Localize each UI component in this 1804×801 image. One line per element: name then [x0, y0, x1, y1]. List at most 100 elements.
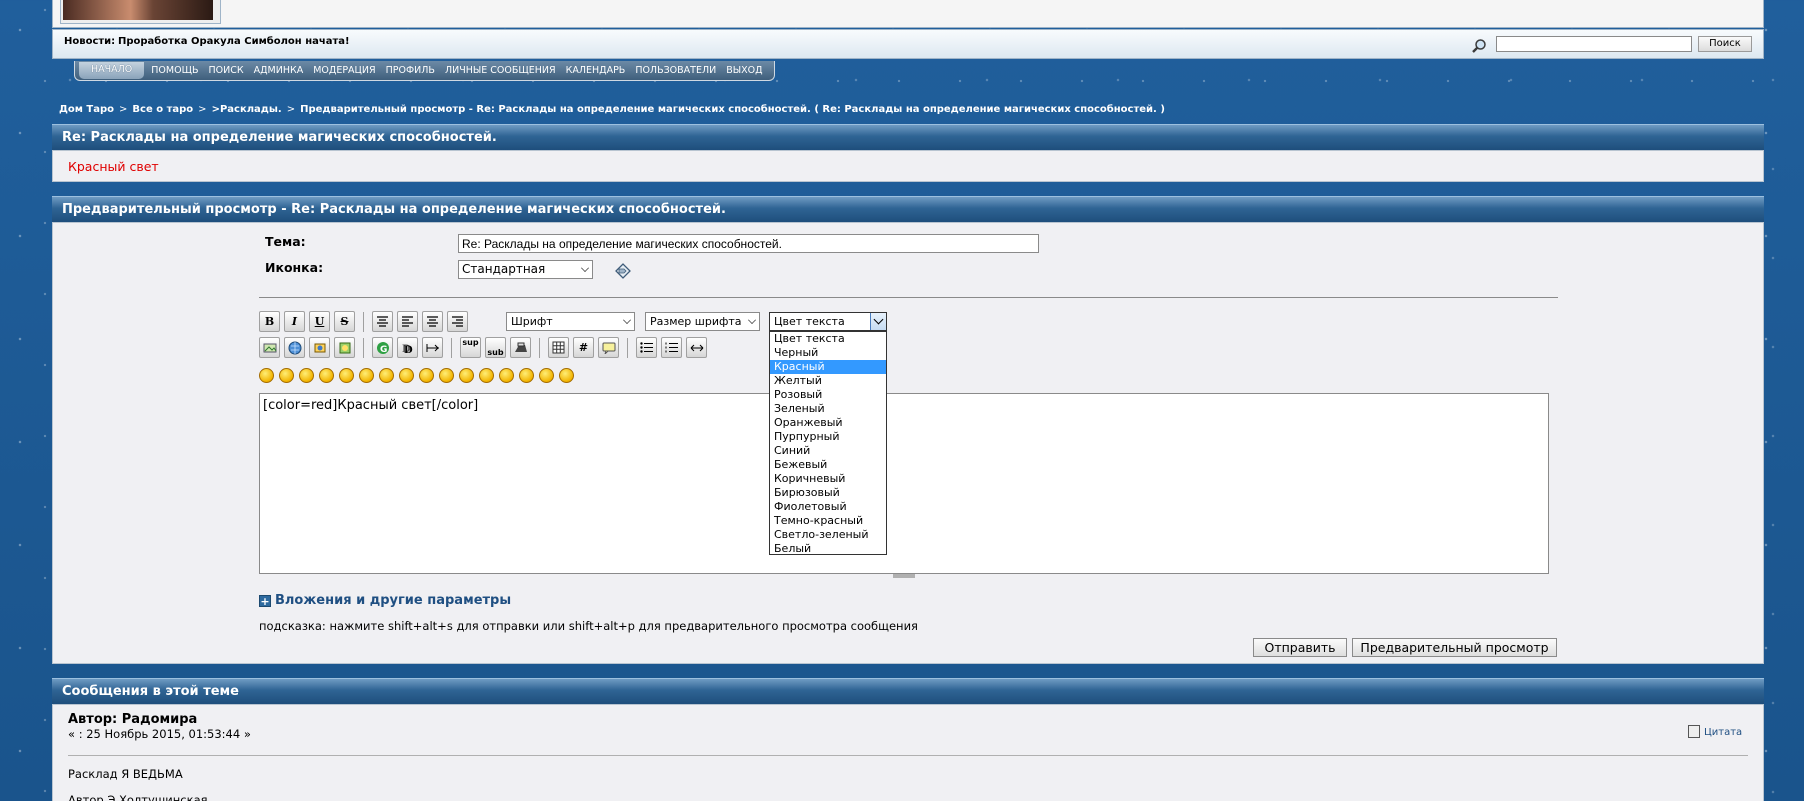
color-option[interactable]: Цвет текста — [770, 332, 886, 346]
strikethrough-button[interactable]: S — [334, 311, 355, 332]
image-icon — [263, 343, 276, 352]
superscript-button[interactable]: sup — [460, 337, 481, 358]
align-center-button[interactable] — [422, 311, 443, 332]
insert-flash-button[interactable] — [334, 337, 355, 358]
nav-messages[interactable]: ЛИЧНЫЕ СООБЩЕНИЯ — [440, 65, 561, 76]
nav-moderation[interactable]: МОДЕРАЦИЯ — [308, 65, 380, 76]
glow-button[interactable]: G — [372, 337, 393, 358]
font-size-select[interactable]: Размер шрифта — [645, 312, 760, 331]
color-option[interactable]: Синий — [770, 444, 886, 458]
preview-panel — [52, 150, 1764, 182]
smiley-wink-icon[interactable] — [279, 368, 294, 383]
nav-search[interactable]: ПОИСК — [203, 65, 248, 76]
smiley-grin-icon[interactable] — [319, 368, 334, 383]
move-button[interactable] — [422, 337, 443, 358]
color-option[interactable]: Светло-зеленый — [770, 528, 886, 542]
align-left-button[interactable] — [397, 311, 418, 332]
preview-button[interactable]: Предварительный просмотр — [1352, 638, 1557, 657]
subject-input[interactable] — [458, 234, 1039, 253]
smiley-kiss-icon[interactable] — [539, 368, 554, 383]
color-option[interactable]: Пурпурный — [770, 430, 886, 444]
editor-resize-handle[interactable] — [893, 574, 915, 578]
smiley-angry-icon[interactable] — [339, 368, 354, 383]
color-option[interactable]: Темно-красный — [770, 514, 886, 528]
smiley-embarrassed-icon[interactable] — [479, 368, 494, 383]
nav-users[interactable]: ПОЛЬЗОВАТЕЛИ — [630, 65, 721, 76]
horizontal-rule-button[interactable] — [686, 337, 707, 358]
nav-profile[interactable]: ПРОФИЛЬ — [381, 65, 440, 76]
message-text: [color=red]Красный свет[/color] — [263, 398, 479, 413]
preview-title-bar: Re: Расклады на определение магических с… — [52, 124, 1764, 150]
color-option[interactable]: Черный — [770, 346, 886, 360]
breadcrumb-home[interactable]: Дом Таро — [59, 104, 114, 115]
smiley-tongue-icon[interactable] — [459, 368, 474, 383]
color-option[interactable]: Желтый — [770, 374, 886, 388]
color-option[interactable]: Белый — [770, 542, 886, 556]
chevron-down-icon — [748, 316, 756, 324]
color-option[interactable]: Красный — [770, 360, 886, 374]
insert-link-button[interactable] — [284, 337, 305, 358]
breadcrumb-all-about-tarot[interactable]: Все о таро — [132, 104, 193, 115]
smiley-huh-icon[interactable] — [419, 368, 434, 383]
align-right-icon — [452, 316, 463, 327]
svg-text:D: D — [404, 345, 413, 355]
insert-table-button[interactable] — [548, 337, 569, 358]
color-option[interactable]: Фиолетовый — [770, 500, 886, 514]
smiley-lipsrsealed-icon[interactable] — [499, 368, 514, 383]
toolbar-separator — [363, 337, 364, 358]
attachments-toggle[interactable]: + Вложения и другие параметры — [259, 593, 511, 608]
italic-button[interactable]: I — [284, 311, 305, 332]
news-label: Новости: — [64, 36, 116, 47]
send-button[interactable]: Отправить — [1253, 638, 1347, 657]
align-right-button[interactable] — [447, 311, 468, 332]
smiley-undecided-icon[interactable] — [519, 368, 534, 383]
expand-icon: + — [259, 595, 271, 608]
color-option[interactable]: Зеленый — [770, 402, 886, 416]
smiley-sad-icon[interactable] — [359, 368, 374, 383]
align-shadow-button[interactable] — [372, 311, 393, 332]
color-option[interactable]: Бирюзовый — [770, 486, 886, 500]
nav-home[interactable]: НАЧАЛО — [79, 62, 145, 79]
smiley-cry-icon[interactable] — [559, 368, 574, 383]
quote-button[interactable]: Цитата — [1688, 725, 1742, 738]
insert-ftp-button[interactable] — [309, 337, 330, 358]
smiley-icon[interactable] — [259, 368, 274, 383]
bold-button[interactable]: B — [259, 311, 280, 332]
font-select-value: Шрифт — [511, 315, 553, 328]
icon-select[interactable]: Стандартная — [458, 260, 593, 279]
message-editor[interactable]: [color=red]Красный свет[/color] — [259, 393, 1549, 574]
divider — [259, 297, 1558, 298]
bullet-list-button[interactable] — [636, 337, 657, 358]
subscript-button[interactable]: sub — [485, 337, 506, 358]
text-color-select[interactable]: Цвет текста — [769, 312, 887, 331]
preview-text: Красный свет — [68, 159, 159, 174]
color-option[interactable]: Оранжевый — [770, 416, 886, 430]
search-input[interactable] — [1496, 36, 1692, 52]
search-icon[interactable] — [1471, 38, 1487, 54]
color-option[interactable]: Розовый — [770, 388, 886, 402]
color-option[interactable]: Коричневый — [770, 472, 886, 486]
smiley-cool-icon[interactable] — [399, 368, 414, 383]
teletype-button[interactable] — [510, 337, 531, 358]
smiley-shocked-icon[interactable] — [379, 368, 394, 383]
smiley-cheesy-icon[interactable] — [299, 368, 314, 383]
smiley-rolleyes-icon[interactable] — [439, 368, 454, 383]
nav-logout[interactable]: ВЫХОД — [721, 65, 767, 76]
shadow-button[interactable]: DD — [397, 337, 418, 358]
color-option[interactable]: Бежевый — [770, 458, 886, 472]
breadcrumb-spreads[interactable]: >Расклады. — [212, 104, 282, 115]
font-select[interactable]: Шрифт — [506, 312, 635, 331]
quote-bubble-icon — [602, 342, 615, 354]
search-button[interactable]: Поиск — [1698, 36, 1752, 52]
nav-help[interactable]: ПОМОЩЬ — [146, 65, 203, 76]
nav-calendar[interactable]: КАЛЕНДАРЬ — [561, 65, 631, 76]
nav-admin[interactable]: АДМИНКА — [249, 65, 309, 76]
underline-button[interactable]: U — [309, 311, 330, 332]
news-text: Проработка Оракула Симболон начата! — [118, 36, 350, 47]
numbered-list-button[interactable] — [661, 337, 682, 358]
insert-code-button[interactable]: # — [573, 337, 594, 358]
insert-image-button[interactable] — [259, 337, 280, 358]
insert-quote-button[interactable] — [598, 337, 619, 358]
quote-label: Цитата — [1704, 727, 1743, 738]
marquee-icon — [426, 343, 439, 352]
